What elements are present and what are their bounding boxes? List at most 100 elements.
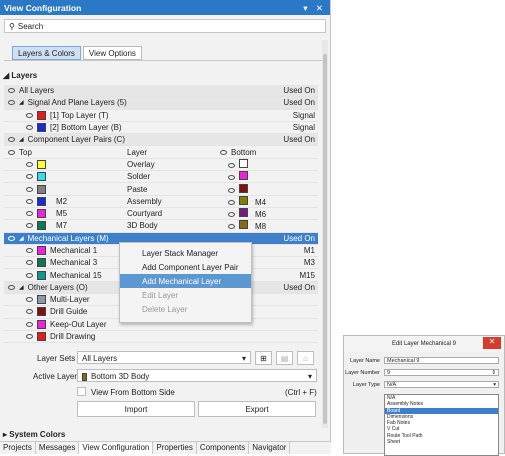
- eye-icon[interactable]: [228, 224, 235, 230]
- eye-icon[interactable]: [8, 88, 15, 94]
- eye-icon[interactable]: [8, 100, 15, 106]
- eye-icon[interactable]: [228, 199, 235, 205]
- color-swatch[interactable]: [37, 221, 46, 231]
- menu-item-add-mechanical-layer[interactable]: Add Mechanical Layer: [120, 274, 251, 288]
- eye-icon[interactable]: [26, 223, 33, 229]
- layers-section-header[interactable]: ◢ Layers: [3, 71, 37, 80]
- menu-item-add-component-layer-pair[interactable]: Add Component Layer Pair: [120, 260, 251, 274]
- color-swatch[interactable]: [37, 295, 46, 305]
- import-button[interactable]: Import: [77, 401, 195, 417]
- color-swatch[interactable]: [37, 319, 46, 329]
- eye-icon[interactable]: [228, 175, 235, 181]
- color-swatch[interactable]: [37, 159, 46, 169]
- menu-item-layer-stack-manager[interactable]: Layer Stack Manager: [120, 246, 251, 260]
- layer-pair-row[interactable]: M7 3D Body M8: [4, 220, 318, 233]
- layer-pair-row[interactable]: Overlay: [4, 158, 318, 172]
- component-layer-pairs-header[interactable]: ◢ Component Layer Pairs (C) Used On: [4, 134, 318, 147]
- color-swatch[interactable]: [37, 184, 46, 194]
- tab-components[interactable]: Components: [197, 442, 250, 454]
- color-swatch[interactable]: [37, 332, 46, 342]
- scrollbar-thumb[interactable]: [323, 54, 327, 424]
- eye-icon[interactable]: [228, 187, 235, 193]
- color-swatch[interactable]: [239, 208, 248, 218]
- tab-properties[interactable]: Properties: [153, 442, 197, 454]
- layer-pair-row[interactable]: M2 Assembly M4: [4, 195, 318, 208]
- layer-row[interactable]: Drill Drawing: [4, 331, 318, 344]
- color-swatch[interactable]: [239, 158, 248, 168]
- menu-item-delete-layer[interactable]: Delete Layer: [120, 302, 251, 316]
- tab-projects[interactable]: Projects: [0, 442, 36, 454]
- eye-icon[interactable]: [26, 186, 33, 192]
- eye-icon[interactable]: [26, 161, 33, 167]
- all-layers-row[interactable]: All Layers Used On: [4, 85, 318, 98]
- tab-layers-colors[interactable]: Layers & Colors: [12, 46, 81, 60]
- collapse-triangle-icon[interactable]: ◢: [19, 284, 24, 291]
- eye-icon[interactable]: [8, 137, 15, 143]
- color-swatch[interactable]: [239, 195, 248, 205]
- eye-icon[interactable]: [26, 125, 33, 131]
- color-swatch[interactable]: [37, 258, 46, 268]
- layer-row[interactable]: [1] Top Layer (T) Signal: [4, 110, 318, 122]
- eye-icon[interactable]: [8, 284, 15, 290]
- color-swatch[interactable]: [37, 172, 46, 182]
- eye-icon[interactable]: [26, 198, 33, 204]
- layer-sets-select[interactable]: All Layers ▾: [77, 351, 251, 364]
- eye-icon[interactable]: [26, 309, 33, 315]
- close-icon[interactable]: ✕: [483, 337, 501, 349]
- color-swatch[interactable]: [239, 183, 248, 193]
- panel-window-controls[interactable]: ▾ ✕: [303, 3, 326, 13]
- eye-icon[interactable]: [220, 149, 227, 155]
- menu-item-edit-layer[interactable]: Edit Layer: [120, 288, 251, 302]
- delete-layer-set-icon[interactable]: ⌂: [297, 351, 314, 365]
- color-swatch[interactable]: [37, 196, 46, 206]
- layer-set-settings-icon[interactable]: ▤: [276, 351, 293, 365]
- layer-pair-row[interactable]: Solder: [4, 171, 318, 184]
- spinner-icon[interactable]: ⇕: [491, 370, 496, 376]
- color-swatch[interactable]: [239, 171, 248, 181]
- system-colors-header[interactable]: ▸ System Colors: [3, 430, 65, 439]
- export-button[interactable]: Export: [198, 401, 316, 417]
- eye-icon[interactable]: [8, 149, 15, 155]
- eye-icon[interactable]: [8, 235, 15, 241]
- color-swatch[interactable]: [37, 270, 46, 280]
- eye-icon[interactable]: [26, 112, 33, 118]
- eye-icon[interactable]: [228, 162, 235, 168]
- search-input[interactable]: ⚲ Search: [4, 19, 326, 33]
- color-swatch[interactable]: [239, 220, 248, 230]
- pair-bottom: M8: [224, 220, 266, 231]
- layer-name-field[interactable]: Mechanical 9: [384, 357, 499, 364]
- collapse-triangle-icon[interactable]: ◢: [19, 235, 24, 242]
- panel-scrollbar[interactable]: [322, 40, 328, 428]
- eye-icon[interactable]: [26, 321, 33, 327]
- layer-row[interactable]: [2] Bottom Layer (B) Signal: [4, 122, 318, 135]
- tab-navigator[interactable]: Navigator: [249, 442, 291, 454]
- color-swatch[interactable]: [37, 246, 46, 255]
- save-layer-set-icon[interactable]: ⊞: [255, 351, 272, 365]
- eye-icon[interactable]: [26, 260, 33, 266]
- layer-type-select[interactable]: N/A ▾: [384, 381, 499, 388]
- layer-number-field[interactable]: 9 ⇕: [384, 369, 499, 376]
- signal-layers-header[interactable]: ◢ Signal And Plane Layers (5) Used On: [4, 97, 318, 110]
- layer-pair-row[interactable]: Paste: [4, 183, 318, 196]
- eye-icon[interactable]: [26, 272, 33, 278]
- dropdown-option[interactable]: Sheet: [385, 439, 498, 445]
- eye-icon[interactable]: [26, 248, 33, 253]
- eye-icon[interactable]: [26, 174, 33, 180]
- eye-icon[interactable]: [26, 297, 33, 303]
- view-bottom-checkbox[interactable]: [77, 387, 86, 396]
- color-swatch[interactable]: [37, 209, 46, 219]
- tab-view-options[interactable]: View Options: [82, 46, 142, 60]
- bottom-col: Bottom: [216, 148, 256, 157]
- eye-icon[interactable]: [26, 334, 33, 340]
- eye-icon[interactable]: [228, 212, 235, 218]
- color-swatch[interactable]: [37, 123, 46, 133]
- active-layer-select[interactable]: Bottom 3D Body ▾: [77, 369, 317, 382]
- tab-messages[interactable]: Messages: [36, 442, 80, 454]
- collapse-triangle-icon[interactable]: ◢: [19, 99, 24, 106]
- color-swatch[interactable]: [37, 110, 46, 120]
- layer-pair-row[interactable]: M5 Courtyard M6: [4, 208, 318, 221]
- collapse-triangle-icon[interactable]: ◢: [19, 136, 24, 143]
- eye-icon[interactable]: [26, 211, 33, 217]
- tab-view-configuration[interactable]: View Configuration: [79, 442, 154, 454]
- color-swatch[interactable]: [37, 307, 46, 317]
